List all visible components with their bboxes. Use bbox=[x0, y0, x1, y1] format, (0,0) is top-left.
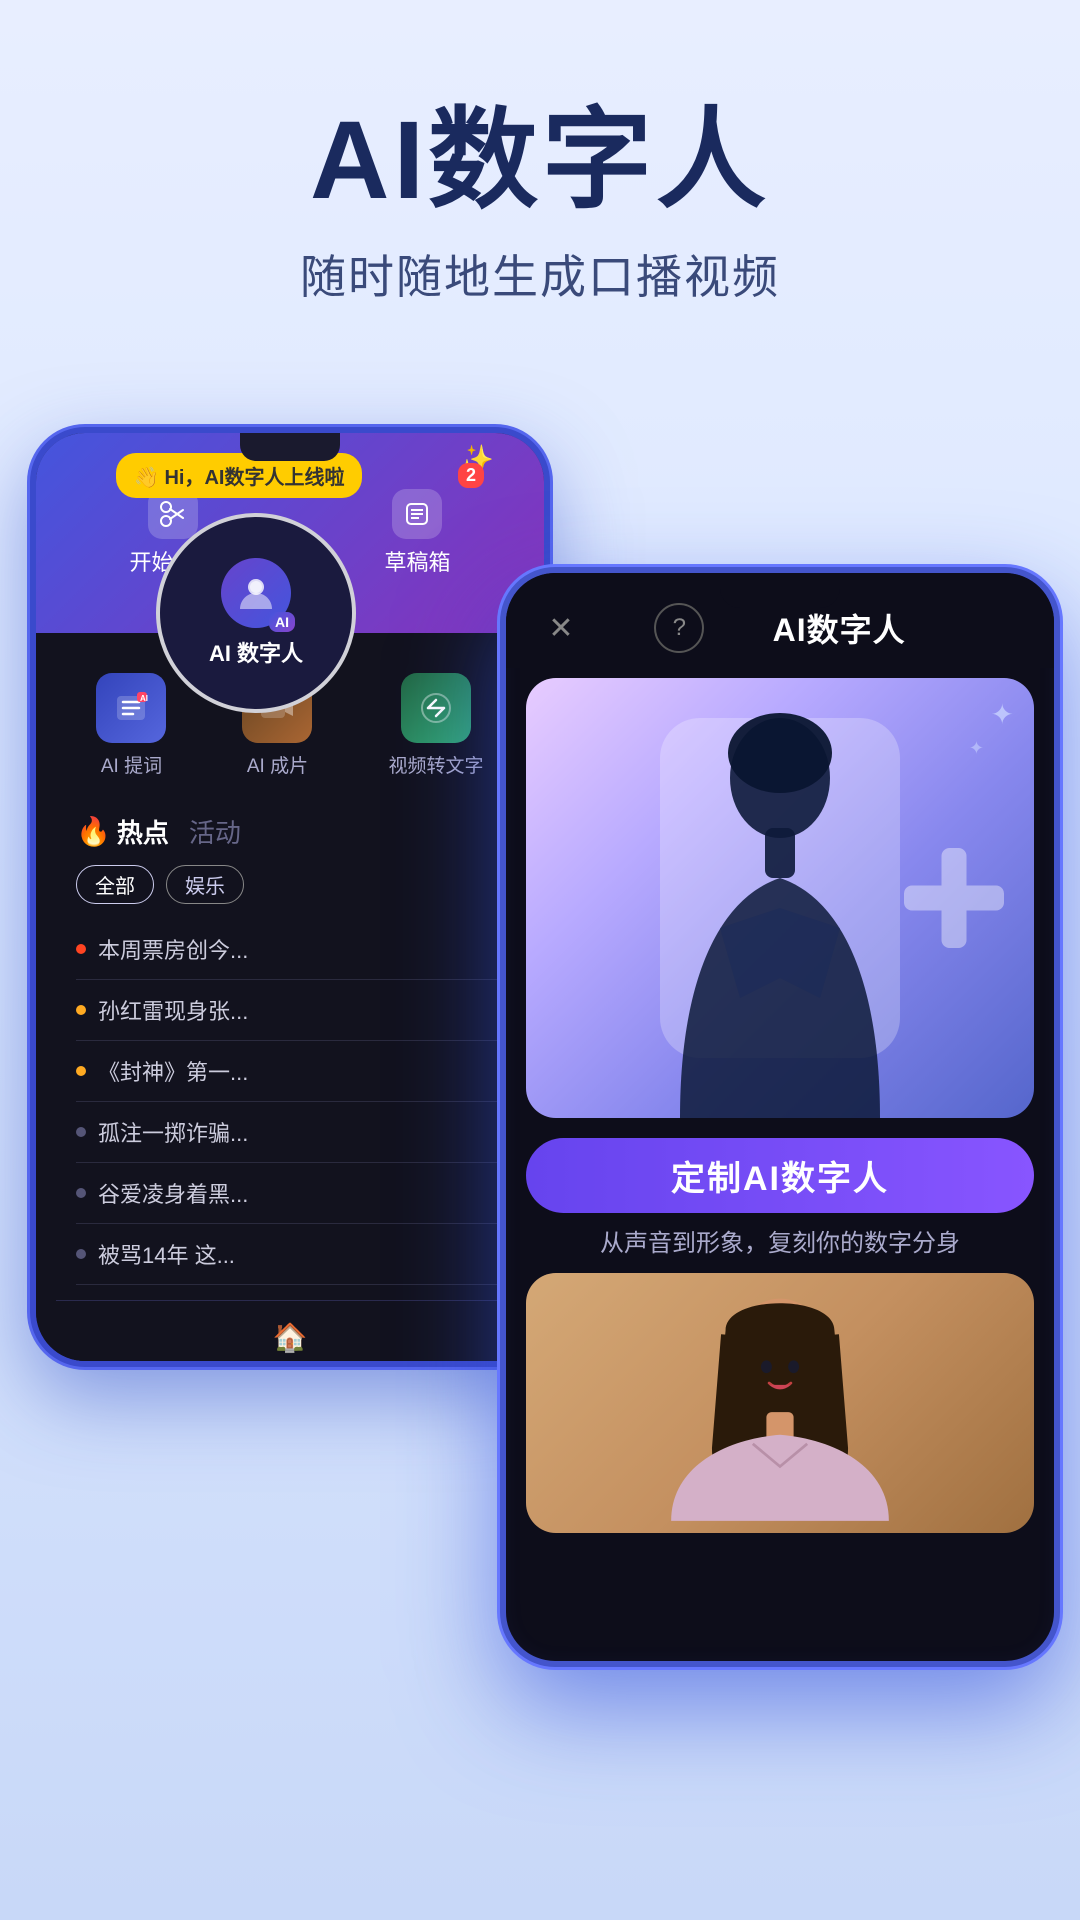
news-item[interactable]: 《封神》第一... bbox=[76, 1041, 504, 1102]
front-phone: ✕ ? AI数字人 bbox=[500, 567, 1060, 1667]
news-dot-gray2 bbox=[76, 1188, 86, 1198]
front-title: AI数字人 bbox=[773, 605, 906, 651]
filter-row: 全部 娱乐 bbox=[76, 865, 504, 904]
customize-subtitle: 从声音到形象，复刻你的数字分身 bbox=[506, 1223, 1054, 1258]
news-dot-gray3 bbox=[76, 1249, 86, 1259]
notification-badge: 2 bbox=[458, 463, 484, 488]
person-silhouette bbox=[620, 698, 940, 1118]
customize-btn-label: 定制AI数字人 bbox=[671, 1151, 889, 1200]
news-dot-orange bbox=[76, 1005, 86, 1015]
svg-text:AI: AI bbox=[140, 694, 148, 703]
sparkle-decoration-2: ✦ bbox=[969, 738, 984, 759]
help-icon: ? bbox=[673, 614, 686, 642]
ai-badge: AI bbox=[269, 612, 295, 632]
subtitle: 随时随地生成口播视频 bbox=[0, 241, 1080, 307]
ai-video-label: AI 成片 bbox=[247, 751, 308, 778]
tool-ai-prompt[interactable]: AI AI 提词 bbox=[96, 673, 166, 778]
front-phone-inner: ✕ ? AI数字人 bbox=[506, 573, 1054, 1661]
filter-entertainment-label: 娱乐 bbox=[185, 876, 225, 898]
ai-prompt-icon: AI bbox=[96, 673, 166, 743]
news-dot-red bbox=[76, 944, 86, 954]
close-icon: ✕ bbox=[548, 611, 573, 646]
hot-tab-label: 热点 bbox=[117, 813, 169, 850]
filter-entertainment[interactable]: 娱乐 bbox=[166, 865, 244, 904]
back-top-actions: 开始创作 AI AI 数字人 bbox=[56, 489, 524, 577]
hi-bubble-text: 👋 Hi，AI数字人上线啦 bbox=[134, 461, 344, 490]
news-text-1: 本周票房创今... bbox=[98, 933, 248, 965]
ai-prompt-label: AI 提词 bbox=[101, 751, 162, 778]
nav-create[interactable]: 🏠 创作 bbox=[272, 1321, 308, 1361]
customize-button[interactable]: 定制AI数字人 bbox=[526, 1138, 1034, 1213]
video-to-text-label: 视频转文字 bbox=[388, 751, 483, 778]
ai-circle-label: AI 数字人 bbox=[209, 636, 303, 668]
back-bottom-nav: 🏠 创作 bbox=[56, 1300, 524, 1361]
sparkle-decoration: ✦ bbox=[991, 698, 1014, 731]
news-text-3: 《封神》第一... bbox=[98, 1055, 248, 1087]
woman-svg bbox=[526, 1273, 1034, 1533]
draft-box-label: 草稿箱 bbox=[384, 545, 450, 577]
woman-figure bbox=[526, 1273, 1034, 1533]
video-to-text-icon bbox=[401, 673, 471, 743]
back-top-bar: 👋 Hi，AI数字人上线啦 ✨ bbox=[36, 433, 544, 633]
news-item[interactable]: 孙红雷现身张... bbox=[76, 980, 504, 1041]
nav-create-label: 创作 bbox=[272, 1358, 308, 1361]
hot-section: 🔥 热点 活动 全部 娱乐 bbox=[56, 798, 524, 1300]
ai-avatar: AI bbox=[221, 558, 291, 628]
news-item[interactable]: 谷爱凌身着黑... bbox=[76, 1163, 504, 1224]
hot-tab-active[interactable]: 🔥 热点 bbox=[76, 813, 169, 850]
ai-circle[interactable]: AI AI 数字人 bbox=[156, 513, 356, 713]
hot-tabs: 🔥 热点 活动 bbox=[76, 813, 504, 850]
close-button[interactable]: ✕ bbox=[536, 603, 586, 653]
back-phone-notch bbox=[240, 433, 340, 461]
back-content: AI AI 提词 AI bbox=[36, 633, 544, 1361]
news-item[interactable]: 本周票房创今... bbox=[76, 919, 504, 980]
news-dot-gray bbox=[76, 1127, 86, 1137]
help-button[interactable]: ? bbox=[654, 603, 704, 653]
news-item[interactable]: 孤注一掷诈骗... bbox=[76, 1102, 504, 1163]
news-list: 本周票房创今... 孙红雷现身张... 《封神》第一... 孤注一掷诈 bbox=[76, 919, 504, 1285]
news-text-2: 孙红雷现身张... bbox=[98, 994, 248, 1026]
news-item[interactable]: 被骂14年 这... bbox=[76, 1224, 504, 1285]
fire-icon: 🔥 bbox=[76, 815, 111, 848]
page-header: AI数字人 随时随地生成口播视频 bbox=[0, 0, 1080, 367]
news-dot-orange2 bbox=[76, 1066, 86, 1076]
filter-all-label: 全部 bbox=[95, 876, 135, 898]
draft-icon bbox=[392, 489, 442, 539]
avatar-card: ✦ ✦ bbox=[526, 678, 1034, 1118]
activity-tab-label: 活动 bbox=[189, 818, 241, 848]
draft-box-action[interactable]: 草稿箱 2 bbox=[384, 489, 450, 577]
news-text-6: 被骂14年 这... bbox=[98, 1238, 235, 1270]
news-text-5: 谷爱凌身着黑... bbox=[98, 1177, 248, 1209]
news-text-4: 孤注一掷诈骗... bbox=[98, 1116, 248, 1148]
phones-container: 👋 Hi，AI数字人上线啦 ✨ bbox=[0, 367, 1080, 1767]
main-title: AI数字人 bbox=[0, 100, 1080, 221]
activity-tab[interactable]: 活动 bbox=[189, 813, 241, 850]
filter-all[interactable]: 全部 bbox=[76, 865, 154, 904]
phone-notch bbox=[720, 573, 840, 608]
home-icon: 🏠 bbox=[273, 1321, 308, 1354]
back-phone: 👋 Hi，AI数字人上线啦 ✨ bbox=[30, 427, 550, 1367]
tool-video-to-text[interactable]: 视频转文字 bbox=[388, 673, 483, 778]
video-card bbox=[526, 1273, 1034, 1533]
back-phone-inner: 👋 Hi，AI数字人上线啦 ✨ bbox=[36, 433, 544, 1361]
